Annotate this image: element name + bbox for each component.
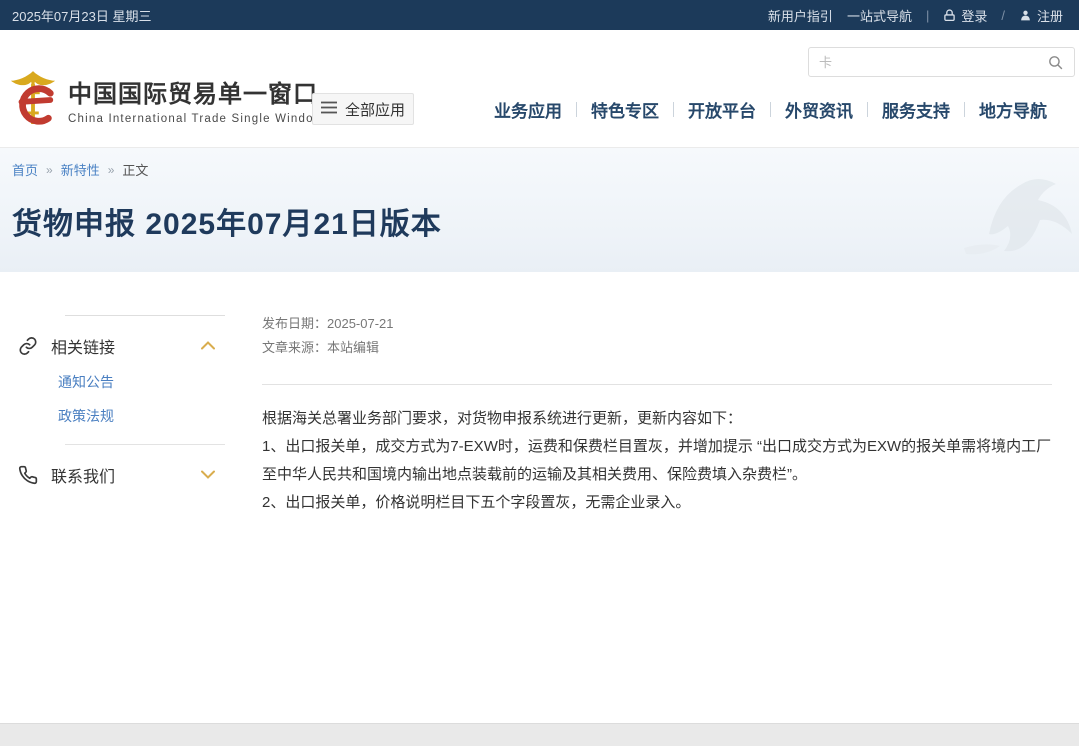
publish-date-row: 发布日期：2025-07-21 [262,312,1052,336]
nav-special-zones[interactable]: 特色专区 [577,97,673,122]
nav-trade-news[interactable]: 外贸资讯 [771,97,867,122]
one-stop-nav-link[interactable]: 一站式导航 [847,6,912,25]
search-input[interactable] [819,55,1044,70]
nav-service-support[interactable]: 服务支持 [868,97,964,122]
auth-slash: / [1001,8,1005,23]
current-date: 2025年07月23日 星期三 [12,6,151,25]
breadcrumb-home[interactable]: 首页 [12,160,38,179]
sidebar-section-related-links[interactable]: 相关链接 [15,316,225,358]
new-user-guide-link[interactable]: 新用户指引 [768,6,833,25]
title-banner: 首页 » 新特性 » 正文 货物申报 2025年07月21日版本 [0,148,1079,272]
page-title: 货物申报 2025年07月21日版本 [12,199,1079,243]
all-apps-label: 全部应用 [345,99,405,120]
chevron-up-icon[interactable] [201,337,215,355]
link-icon [18,336,38,356]
sidebar-section-contact-us[interactable]: 联系我们 [15,445,225,487]
footer-strip [0,723,1079,746]
person-icon [1019,9,1032,22]
breadcrumb-current: 正文 [122,160,148,179]
article-body: 根据海关总署业务部门要求，对货物申报系统进行更新，更新内容如下： 1、出口报关单… [262,405,1052,517]
logo-title: 中国国际贸易单一窗口 [68,74,323,109]
topbar: 2025年07月23日 星期三 新用户指引 一站式导航 | 登录 / 注册 [0,0,1079,30]
sidebar-item-policies[interactable]: 政策法规 [58,406,225,426]
breadcrumb-separator: » [108,163,115,177]
page: 2025年07月23日 星期三 新用户指引 一站式导航 | 登录 / 注册 [0,0,1079,746]
menu-icon [321,101,337,118]
search-icon[interactable] [1044,51,1066,73]
lock-icon [943,9,956,22]
main-nav: 业务应用 特色专区 开放平台 外贸资讯 服务支持 地方导航 [480,92,1061,126]
search-box [808,47,1075,77]
source-row: 文章来源：本站编辑 [262,336,1052,360]
nav-local-navigation[interactable]: 地方导航 [965,97,1061,122]
source-label: 文章来源： [262,340,327,355]
login-link[interactable]: 登录 [943,6,987,25]
sidebar-links: 通知公告 政策法规 [58,372,225,426]
site-header: 中国国际贸易单一窗口 China International Trade Sin… [0,30,1079,148]
breadcrumb-section[interactable]: 新特性 [61,160,100,179]
article-divider [262,384,1052,385]
breadcrumb-separator: » [46,163,53,177]
nav-business-apps[interactable]: 业务应用 [480,97,576,122]
publish-date-label: 发布日期： [262,316,327,331]
logo-subtitle: China International Trade Single Window [68,113,323,125]
customs-emblem-icon [8,68,58,130]
topbar-links: 新用户指引 一站式导航 | 登录 / 注册 [768,6,1063,25]
logo-text: 中国国际贸易单一窗口 China International Trade Sin… [68,74,323,125]
article-main: 发布日期：2025-07-21 文章来源：本站编辑 根据海关总署业务部门要求，对… [262,272,1052,723]
site-logo[interactable]: 中国国际贸易单一窗口 China International Trade Sin… [8,68,323,130]
publish-date-value: 2025-07-21 [327,316,394,331]
nav-open-platform[interactable]: 开放平台 [674,97,770,122]
all-apps-button[interactable]: 全部应用 [312,93,414,125]
register-link[interactable]: 注册 [1019,6,1063,25]
source-value: 本站编辑 [327,340,379,355]
sidebar-item-notices[interactable]: 通知公告 [58,372,225,392]
sidebar-section-title: 相关链接 [51,334,115,358]
article-paragraph: 2、出口报关单，价格说明栏目下五个字段置灰，无需企业录入。 [262,489,1052,517]
chevron-down-icon[interactable] [201,466,215,484]
content-area: 相关链接 通知公告 政策法规 联系我们 [0,272,1079,723]
article-paragraph: 1、出口报关单，成交方式为7-EXW时，运费和保费栏目置灰，并增加提示 “出口成… [262,433,1052,489]
sidebar: 相关链接 通知公告 政策法规 联系我们 [15,272,225,723]
breadcrumb: 首页 » 新特性 » 正文 [12,160,1079,179]
topbar-separator: | [926,8,929,23]
phone-icon [18,465,38,485]
article-paragraph: 根据海关总署业务部门要求，对货物申报系统进行更新，更新内容如下： [262,405,1052,433]
sidebar-section-title: 联系我们 [51,463,115,487]
